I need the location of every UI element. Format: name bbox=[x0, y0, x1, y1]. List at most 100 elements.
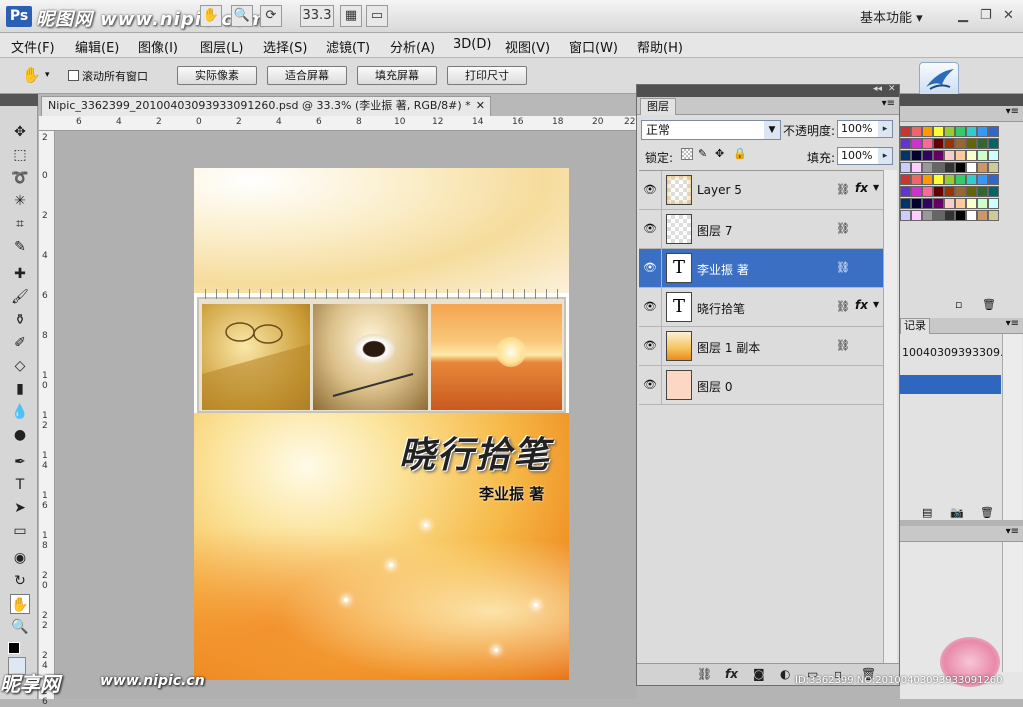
color-swatch[interactable] bbox=[933, 198, 944, 209]
visibility-eye-icon[interactable]: 👁 bbox=[641, 298, 659, 316]
color-swatch[interactable] bbox=[955, 162, 966, 173]
color-swatch[interactable] bbox=[933, 162, 944, 173]
blur-tool-icon[interactable]: 💧 bbox=[10, 402, 30, 422]
color-swatch[interactable] bbox=[911, 162, 922, 173]
eyedropper-icon[interactable]: ✎ bbox=[10, 237, 30, 257]
menu-help[interactable]: 帮助(H) bbox=[637, 37, 683, 56]
panel-menu-icon[interactable]: ▾≡ bbox=[1006, 106, 1019, 117]
color-swatch[interactable] bbox=[966, 198, 977, 209]
path-select-icon[interactable]: ➤ bbox=[10, 498, 30, 518]
dodge-tool-icon[interactable]: ● bbox=[10, 425, 30, 445]
color-swatch[interactable] bbox=[966, 174, 977, 185]
workspace-switcher[interactable]: 基本功能 ▾ bbox=[860, 7, 923, 26]
visibility-eye-icon[interactable]: 👁 bbox=[641, 181, 659, 199]
document-canvas[interactable]: 晓行拾笔 李业振 著 bbox=[194, 168, 569, 680]
layer-row[interactable]: 👁 Layer 5 ⛓ fx ▼ bbox=[639, 171, 883, 210]
layer-thumbnail[interactable] bbox=[666, 175, 692, 205]
menu-analysis[interactable]: 分析(A) bbox=[390, 37, 435, 56]
expand-effects-icon[interactable]: ▼ bbox=[873, 300, 879, 309]
history-snapshot-name[interactable]: 10040309393309... bbox=[902, 346, 1010, 359]
panel-menu-icon[interactable]: ▾≡ bbox=[1006, 526, 1019, 537]
new-document-icon[interactable]: ▤ bbox=[922, 506, 932, 519]
delete-swatch-icon[interactable]: 🗑 bbox=[982, 298, 996, 311]
color-swatch[interactable] bbox=[988, 126, 999, 137]
color-swatch[interactable] bbox=[988, 138, 999, 149]
color-swatch[interactable] bbox=[922, 150, 933, 161]
third-panel-tabbar[interactable]: ▾≡ bbox=[900, 526, 1023, 542]
menu-filter[interactable]: 滤镜(T) bbox=[326, 37, 370, 56]
minimize-icon[interactable]: ▁ bbox=[958, 8, 968, 23]
menu-select[interactable]: 选择(S) bbox=[263, 37, 307, 56]
visibility-eye-icon[interactable]: 👁 bbox=[641, 376, 659, 394]
color-swatch[interactable] bbox=[977, 138, 988, 149]
shape-tool-icon[interactable]: ▭ bbox=[10, 521, 30, 541]
color-swatch[interactable] bbox=[922, 126, 933, 137]
layer-name[interactable]: Layer 5 bbox=[697, 183, 742, 197]
fit-screen-button[interactable]: 适合屏幕 bbox=[267, 66, 347, 85]
color-swatch[interactable] bbox=[933, 186, 944, 197]
opacity-field[interactable]: 100% ▸ bbox=[837, 120, 893, 138]
color-swatch[interactable] bbox=[955, 198, 966, 209]
color-swatch[interactable] bbox=[944, 138, 955, 149]
color-swatch[interactable] bbox=[911, 150, 922, 161]
color-swatch[interactable] bbox=[966, 126, 977, 137]
color-swatch[interactable] bbox=[977, 126, 988, 137]
color-swatch[interactable] bbox=[977, 162, 988, 173]
color-swatch[interactable] bbox=[944, 174, 955, 185]
color-swatch[interactable] bbox=[900, 198, 911, 209]
color-swatch[interactable] bbox=[955, 126, 966, 137]
hand-tool-active-icon[interactable]: ✋ bbox=[10, 594, 30, 614]
print-size-button[interactable]: 打印尺寸 bbox=[447, 66, 527, 85]
vertical-ruler[interactable]: 2 0 2 4 6 8 1 0 1 2 1 4 1 6 1 8 2 0 2 2 … bbox=[39, 131, 55, 707]
layer-row[interactable]: 👁 图层 1 副本 ⛓ bbox=[639, 327, 883, 366]
swatches-tabbar[interactable]: ▾≡ bbox=[900, 106, 1023, 122]
close-icon[interactable]: ✕ bbox=[1003, 8, 1014, 23]
menu-3d[interactable]: 3D(D) bbox=[453, 37, 491, 52]
close-panel-icon[interactable]: ✕ bbox=[888, 84, 896, 94]
tool-preset-chevron-icon[interactable]: ▾ bbox=[45, 70, 50, 80]
color-swatch[interactable] bbox=[933, 126, 944, 137]
color-swatch[interactable] bbox=[966, 150, 977, 161]
layer-thumbnail[interactable]: T bbox=[666, 292, 692, 322]
pen-tool-icon[interactable]: ✒ bbox=[10, 452, 30, 472]
layer-row[interactable]: 👁 图层 0 bbox=[639, 366, 883, 405]
color-swatch[interactable] bbox=[988, 162, 999, 173]
scroll-all-checkbox[interactable] bbox=[68, 70, 79, 81]
layer-row[interactable]: 👁 图层 7 ⛓ bbox=[639, 210, 883, 249]
layer-row[interactable]: 👁 T 李业振 著 ⛓ bbox=[639, 249, 883, 288]
layer-thumbnail[interactable] bbox=[666, 370, 692, 400]
link-layers-icon[interactable]: ⛓ bbox=[697, 667, 712, 681]
color-swatch[interactable] bbox=[944, 150, 955, 161]
chevron-right-icon[interactable]: ▸ bbox=[878, 148, 892, 164]
expand-effects-icon[interactable]: ▼ bbox=[873, 183, 879, 192]
history-scrollbar[interactable] bbox=[1002, 334, 1022, 520]
eraser-icon[interactable]: ◇ bbox=[10, 356, 30, 376]
color-swatch[interactable] bbox=[900, 138, 911, 149]
layer-thumbnail[interactable] bbox=[666, 331, 692, 361]
color-swatch[interactable] bbox=[944, 210, 955, 221]
color-swatch[interactable] bbox=[944, 186, 955, 197]
move-tool-icon[interactable]: ✥ bbox=[10, 122, 30, 142]
color-swatch[interactable] bbox=[966, 186, 977, 197]
type-tool-icon[interactable]: T bbox=[10, 475, 30, 495]
visibility-eye-icon[interactable]: 👁 bbox=[641, 220, 659, 238]
color-swatch[interactable] bbox=[955, 210, 966, 221]
menu-edit[interactable]: 编辑(E) bbox=[75, 37, 119, 56]
color-swatch[interactable] bbox=[911, 198, 922, 209]
adjustment-layer-icon[interactable]: ◐ bbox=[780, 667, 790, 681]
lasso-tool-icon[interactable]: ➰ bbox=[10, 168, 30, 188]
third-panel-scrollbar[interactable] bbox=[1002, 542, 1022, 672]
blend-mode-select[interactable]: 正常 ▼ bbox=[641, 120, 781, 140]
healing-brush-icon[interactable]: ✚ bbox=[10, 264, 30, 284]
color-swatch[interactable] bbox=[900, 150, 911, 161]
clone-stamp-icon[interactable]: ⚱ bbox=[10, 310, 30, 330]
color-swatch[interactable] bbox=[966, 162, 977, 173]
lock-all-icon[interactable]: 🔒 bbox=[733, 147, 747, 160]
layer-name[interactable]: 图层 0 bbox=[697, 378, 732, 395]
history-tab[interactable]: 记录 bbox=[900, 318, 930, 334]
color-swatch[interactable] bbox=[977, 150, 988, 161]
arrange-icon[interactable]: ▦ bbox=[340, 5, 362, 27]
bird-logo-icon[interactable] bbox=[919, 62, 959, 98]
fill-screen-button[interactable]: 填充屏幕 bbox=[357, 66, 437, 85]
lock-position-icon[interactable]: ✥ bbox=[715, 147, 724, 160]
